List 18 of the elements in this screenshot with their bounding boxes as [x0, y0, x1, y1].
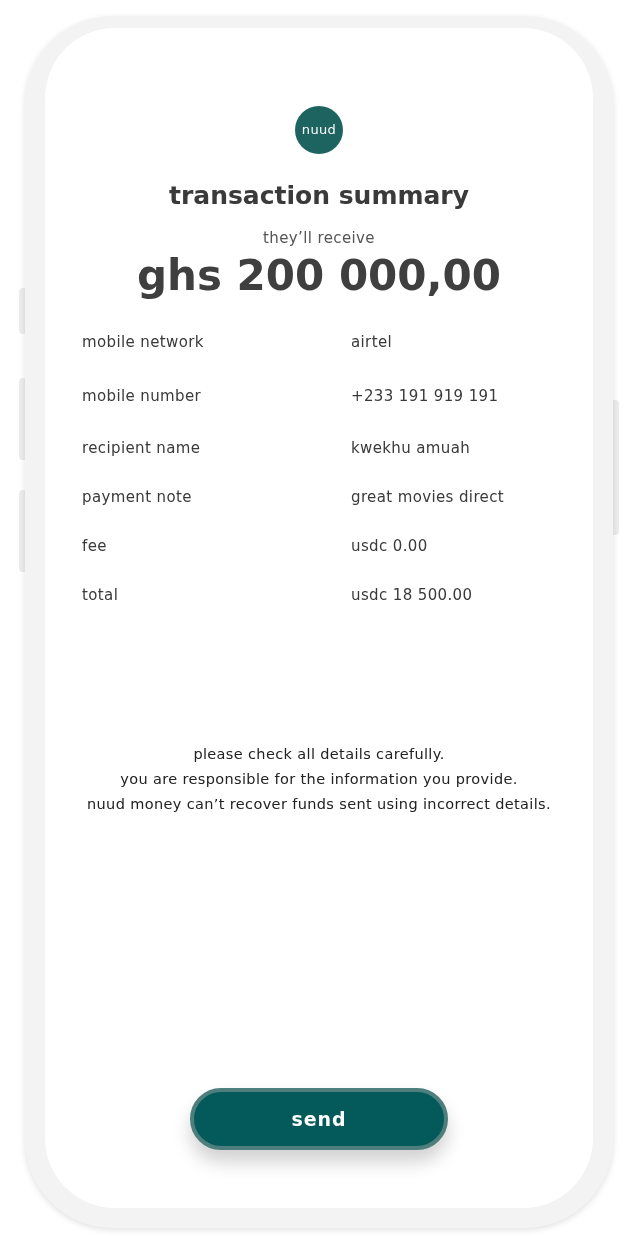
- detail-label: mobile number: [82, 386, 203, 408]
- amount-value: ghs 200 000,00: [137, 250, 501, 302]
- send-button[interactable]: send: [190, 1088, 448, 1150]
- detail-value: usdc 0.00: [351, 536, 428, 558]
- detail-value: great movies direct: [351, 487, 505, 509]
- disclaimer-text: please check all details carefully. you are responsible for the information you provide. nuud money can’t recover funds sent using incorrect details.: [87, 745, 551, 814]
- detail-value: +233 191 919 191: [351, 386, 499, 408]
- detail-label: total: [82, 585, 120, 607]
- detail-label: payment note: [82, 487, 193, 509]
- detail-value: airtel: [351, 332, 393, 354]
- amount-label: they’ll receive: [263, 228, 375, 248]
- detail-label: fee: [82, 536, 108, 558]
- detail-label: recipient name: [82, 438, 202, 460]
- detail-value: kwekhu amuah: [351, 438, 471, 460]
- screen-title: transaction summary: [169, 180, 469, 212]
- detail-label: mobile network: [82, 332, 205, 354]
- logo: nuud: [295, 106, 343, 154]
- detail-value: usdc 18 500.00: [351, 585, 473, 607]
